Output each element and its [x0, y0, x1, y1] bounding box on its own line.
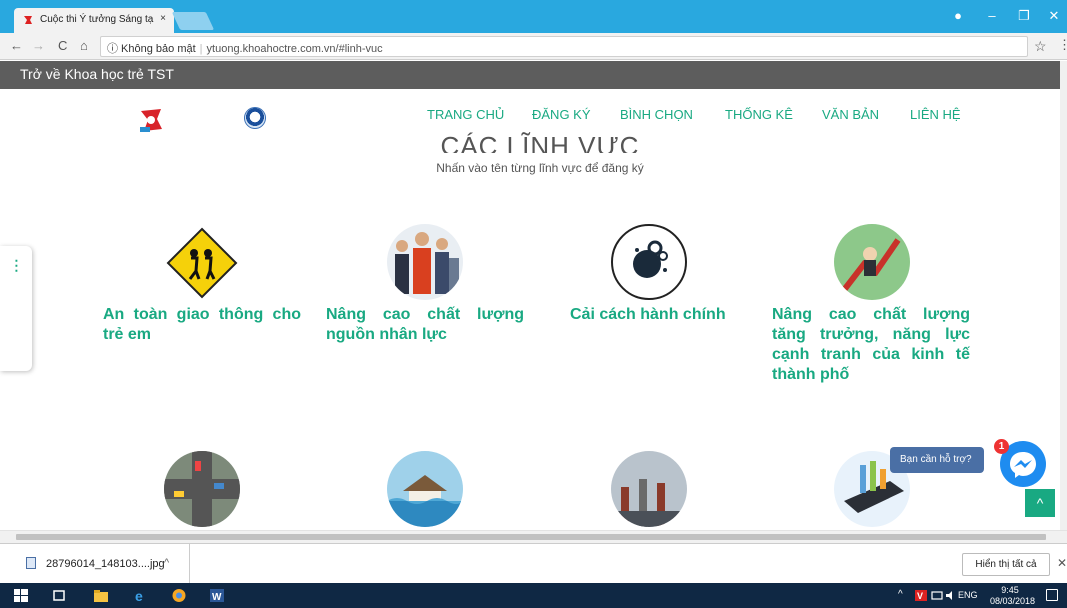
svg-text:e: e	[135, 589, 143, 602]
minimize-button[interactable]: –	[982, 8, 1002, 23]
restore-button[interactable]: ❐	[1014, 8, 1034, 24]
downloads-bar: 28796014_148103....jpg ^ Hiển thị tất cả…	[0, 543, 1067, 584]
workforce-people-icon[interactable]	[387, 224, 463, 300]
url-text: ytuong.khoahoctre.com.vn/#linh-vuc	[206, 43, 383, 55]
nav-documents[interactable]: VĂN BẢN	[822, 107, 879, 122]
chevron-up-icon[interactable]: ^	[164, 557, 169, 569]
horizontal-scrollbar[interactable]	[0, 530, 1067, 543]
action-center-icon[interactable]	[1046, 589, 1058, 601]
antivirus-tray-icon[interactable]: V	[914, 589, 928, 602]
download-item[interactable]: 28796014_148103....jpg ^	[0, 544, 190, 584]
bookmark-star-icon[interactable]: ☆	[1034, 38, 1047, 55]
clock-time: 9:45	[1001, 585, 1019, 595]
nav-vote[interactable]: BÌNH CHỌN	[620, 107, 693, 122]
security-label[interactable]: ⓘ Không bảo mật	[107, 43, 196, 55]
flood-house-icon[interactable]	[387, 451, 463, 527]
volume-icon[interactable]	[944, 589, 958, 602]
home-icon[interactable]: ⌂	[80, 38, 88, 53]
browser-menu-icon[interactable]: ⋮	[1058, 37, 1067, 53]
tray-chevron-icon[interactable]: ^	[898, 589, 903, 600]
reload-icon[interactable]: C	[58, 38, 67, 53]
close-tab-icon[interactable]: ×	[160, 13, 166, 24]
browser-toolbar: ← → C ⌂ ⓘ Không bảo mật | ytuong.khoahoctr…	[0, 33, 1067, 60]
download-file-name: 28796014_148103....jpg	[46, 558, 165, 570]
image-file-icon	[26, 557, 36, 569]
support-bubble[interactable]: Bạn cần hỗ trợ?	[890, 447, 984, 473]
chrome-icon[interactable]	[172, 589, 186, 602]
forward-arrow-icon[interactable]: →	[32, 38, 45, 53]
site-logo-icon	[24, 16, 32, 24]
close-window-button[interactable]: ✕	[1044, 8, 1064, 24]
show-all-downloads-button[interactable]: Hiển thị tất cả	[962, 553, 1050, 576]
back-link[interactable]: Trở về Khoa học trẻ TST	[0, 61, 1060, 89]
word-icon[interactable]: W	[210, 589, 224, 602]
back-arrow-icon[interactable]: ←	[10, 38, 23, 53]
vertical-scrollbar[interactable]	[1060, 61, 1067, 530]
account-icon[interactable]: ●	[948, 8, 968, 23]
windows-taskbar: e W ^ V ENG 9:45 08/03/2018	[0, 583, 1067, 608]
browser-title-bar: Cuộc thi Ý tưởng Sáng tạ × ● – ❐ ✕	[0, 0, 1067, 33]
close-downloads-icon[interactable]: ✕	[1057, 556, 1067, 570]
clock-date: 08/03/2018	[990, 596, 1036, 606]
internet-explorer-icon[interactable]: e	[134, 589, 148, 602]
field-label-workforce[interactable]: Nâng cao chất lượng nguồn nhân lực	[326, 305, 524, 345]
notification-badge: 1	[994, 439, 1009, 454]
svg-text:V: V	[917, 591, 923, 601]
network-icon[interactable]	[930, 589, 944, 602]
nav-contact[interactable]: LIÊN HỆ	[910, 107, 961, 122]
nav-register[interactable]: ĐĂNG KÝ	[532, 107, 591, 122]
admin-reform-gears-icon[interactable]	[611, 224, 687, 300]
site-logo-icon[interactable]	[138, 107, 164, 133]
traffic-intersection-icon[interactable]	[164, 451, 240, 527]
clock[interactable]: 9:45 08/03/2018	[990, 585, 1036, 607]
language-indicator[interactable]: ENG	[958, 590, 978, 600]
economic-growth-icon[interactable]	[834, 224, 910, 300]
field-label-admin-reform[interactable]: Cải cách hành chính	[570, 305, 768, 325]
nav-statistics[interactable]: THỐNG KÊ	[725, 107, 793, 122]
new-tab-button[interactable]	[171, 12, 215, 30]
page-viewport: Trở về Khoa học trẻ TST TRANG CHỦ ĐĂNG K…	[0, 61, 1060, 530]
settings-side-tab[interactable]: ⫶	[0, 246, 32, 371]
task-view-icon[interactable]	[52, 589, 66, 602]
scrollbar-thumb[interactable]	[16, 534, 1046, 540]
nav-home[interactable]: TRANG CHỦ	[427, 107, 504, 122]
windows-start-icon[interactable]	[14, 589, 28, 602]
svg-text:W: W	[212, 592, 222, 602]
scroll-to-top-button[interactable]: ^	[1025, 489, 1055, 517]
field-label-economy[interactable]: Nâng cao chất lượng tăng trưởng, năng lự…	[772, 305, 970, 385]
browser-tab[interactable]: Cuộc thi Ý tưởng Sáng tạ ×	[14, 8, 174, 33]
sliders-icon[interactable]: ⫶	[14, 257, 19, 278]
pollution-factory-icon[interactable]	[611, 451, 687, 527]
section-title: CÁC LĨNH VỰC	[440, 131, 640, 153]
field-label-traffic-safety[interactable]: An toàn giao thông cho trẻ em	[103, 305, 301, 345]
address-bar[interactable]: ⓘ Không bảo mật | ytuong.khoahoctre.com.vn…	[100, 36, 1028, 57]
youth-union-logo[interactable]	[244, 107, 266, 129]
tab-title: Cuộc thi Ý tưởng Sáng tạ	[40, 14, 154, 25]
file-explorer-icon[interactable]	[94, 589, 108, 602]
traffic-safety-sign-icon[interactable]	[164, 225, 240, 301]
section-subtitle: Nhấn vào tên từng lĩnh vực để đăng ký	[436, 161, 644, 175]
